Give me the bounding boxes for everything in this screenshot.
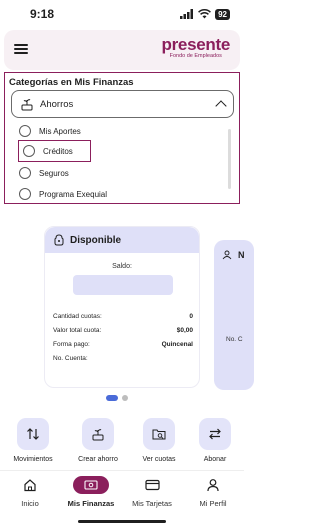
- pager-dot[interactable]: [122, 395, 128, 401]
- action-label: Crear ahorro: [78, 456, 118, 463]
- pager-dot-active[interactable]: [106, 395, 118, 401]
- tab-mi-perfil[interactable]: Mi Perfil: [183, 475, 243, 508]
- card-title: Disponible: [70, 234, 122, 246]
- row-label: Valor total cuota:: [53, 327, 102, 334]
- next-card-row: No. C: [226, 336, 243, 343]
- disponible-card[interactable]: Disponible Saldo: Cantidad cuotas: 0 Val…: [44, 226, 200, 388]
- brand-tagline: Fondo de Empleados: [169, 53, 222, 59]
- chevron-up-icon[interactable]: [215, 100, 227, 112]
- wifi-icon: [198, 9, 212, 19]
- tab-mis-finanzas[interactable]: Mis Finanzas: [61, 475, 121, 508]
- transfer-icon[interactable]: [199, 418, 231, 450]
- row-forma-pago: Forma pago: Quincenal: [53, 341, 193, 348]
- card-icon[interactable]: [122, 475, 182, 495]
- options-scrollbar[interactable]: [228, 129, 231, 189]
- people-icon: [222, 250, 232, 260]
- option-label: Créditos: [43, 146, 73, 156]
- tab-label: Inicio: [21, 499, 39, 508]
- dropdown-selected-label: Ahorros: [40, 98, 74, 110]
- status-icons: 92: [180, 8, 230, 20]
- option-label: Seguros: [39, 168, 69, 178]
- tab-inicio[interactable]: Inicio: [0, 475, 60, 508]
- next-card-title: N: [238, 250, 245, 260]
- quick-actions: Movimientos Crear ahorro Ver cuotas Abon…: [0, 418, 244, 468]
- radio-icon[interactable]: [19, 167, 31, 179]
- category-dropdown[interactable]: Ahorros: [11, 90, 234, 118]
- hamburger-menu-icon[interactable]: [14, 42, 28, 56]
- action-movimientos[interactable]: Movimientos: [5, 418, 61, 463]
- saldo-label: Saldo:: [112, 263, 132, 270]
- row-no-cuenta: No. Cuenta:: [53, 355, 193, 362]
- arrows-updown-icon[interactable]: [17, 418, 49, 450]
- signal-icon: [180, 9, 194, 19]
- folder-search-icon[interactable]: [143, 418, 175, 450]
- option-label: Programa Exequial: [39, 189, 108, 199]
- brand-logo: presente Fondo de Empleados: [161, 35, 231, 60]
- status-bar: 9:18 92: [0, 0, 244, 28]
- row-value: 0: [189, 313, 193, 320]
- saldo-value-box: [73, 275, 173, 295]
- brand-name: presente: [161, 35, 231, 54]
- radio-icon[interactable]: [19, 125, 31, 137]
- row-valor-total-cuota: Valor total cuota: $0,00: [53, 327, 193, 334]
- radio-icon[interactable]: [19, 188, 31, 200]
- card-header: Disponible: [45, 227, 199, 253]
- option-seguros[interactable]: Seguros: [19, 163, 179, 183]
- action-ver-cuotas[interactable]: Ver cuotas: [131, 418, 187, 463]
- row-label: No. Cuenta:: [53, 355, 88, 362]
- plant-savings-icon[interactable]: [82, 418, 114, 450]
- categories-panel: Categorías en Mis Finanzas Ahorros Mis A…: [4, 72, 240, 204]
- next-card-peek[interactable]: N No. C: [214, 240, 254, 390]
- battery-indicator: 92: [215, 8, 230, 20]
- option-label: Mis Aportes: [39, 126, 81, 136]
- action-crear-ahorro[interactable]: Crear ahorro: [70, 418, 126, 463]
- tab-label: Mis Finanzas: [67, 499, 115, 508]
- row-value: Quincenal: [161, 341, 193, 348]
- home-icon[interactable]: [0, 475, 60, 495]
- status-time: 9:18: [30, 7, 55, 21]
- home-indicator: [78, 520, 166, 523]
- app-header: presente Fondo de Empleados: [4, 30, 240, 70]
- option-creditos[interactable]: Créditos: [18, 140, 91, 162]
- radio-icon[interactable]: [23, 145, 35, 157]
- row-value: $0,00: [176, 327, 193, 334]
- tab-label: Mi Perfil: [199, 499, 227, 508]
- action-abonar[interactable]: Abonar: [187, 418, 243, 463]
- carousel-pager[interactable]: [106, 395, 128, 401]
- piggy-bank-icon: [54, 234, 64, 246]
- option-programa-exequial[interactable]: Programa Exequial: [19, 184, 179, 203]
- action-label: Abonar: [203, 456, 227, 463]
- money-icon[interactable]: [61, 475, 121, 495]
- row-label: Cantidad cuotas:: [53, 313, 102, 320]
- option-mis-aportes[interactable]: Mis Aportes: [19, 121, 179, 141]
- tab-mis-tarjetas[interactable]: Mis Tarjetas: [122, 475, 182, 508]
- categories-title: Categorías en Mis Finanzas: [9, 77, 134, 88]
- savings-plant-icon: [20, 97, 34, 111]
- action-label: Ver cuotas: [142, 456, 176, 463]
- tab-label: Mis Tarjetas: [132, 499, 172, 508]
- user-icon[interactable]: [183, 475, 243, 495]
- action-label: Movimientos: [13, 456, 53, 463]
- row-cantidad-cuotas: Cantidad cuotas: 0: [53, 313, 193, 320]
- row-label: Forma pago:: [53, 341, 90, 348]
